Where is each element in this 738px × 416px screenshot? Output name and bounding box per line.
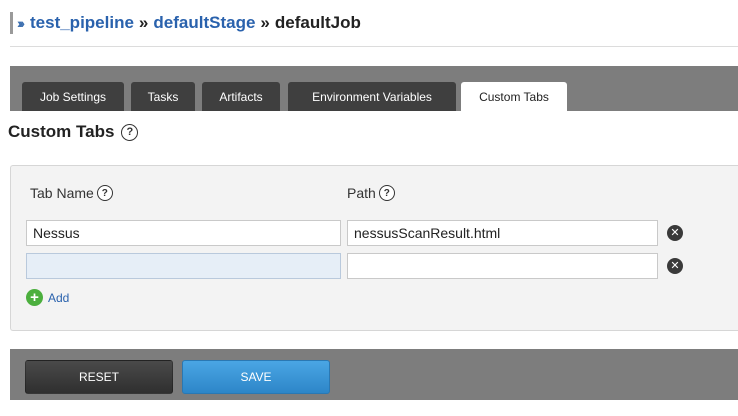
column-header-tab-name: Tab Name ? — [30, 185, 113, 201]
tab-name-input[interactable] — [26, 220, 341, 246]
column-header-path: Path ? — [347, 185, 395, 201]
plus-circle-icon: + — [26, 289, 43, 306]
remove-row-icon[interactable]: ✕ — [667, 225, 683, 241]
reset-button[interactable]: RESET — [25, 360, 173, 394]
breadcrumb-pipeline-link[interactable]: test_pipeline — [30, 13, 134, 33]
add-row-button[interactable]: + Add — [26, 289, 69, 306]
tab-environment-variables[interactable]: Environment Variables — [288, 82, 456, 111]
breadcrumb-stage-link[interactable]: defaultStage — [153, 13, 255, 33]
tab-strip: Job Settings Tasks Artifacts Environment… — [10, 66, 738, 111]
page-title: Custom Tabs ? — [8, 122, 139, 142]
tab-tasks[interactable]: Tasks — [131, 82, 195, 111]
path-input[interactable] — [347, 253, 658, 279]
tab-name-input[interactable] — [26, 253, 341, 279]
column-header-tab-name-label: Tab Name — [30, 185, 94, 201]
question-circle-icon[interactable]: ? — [121, 123, 139, 141]
breadcrumb-separator: » — [260, 13, 270, 32]
page-title-text: Custom Tabs — [8, 122, 115, 141]
breadcrumb-marker-icon: ››› — [17, 15, 25, 31]
path-input[interactable] — [347, 220, 658, 246]
column-header-path-label: Path — [347, 185, 376, 201]
tab-artifacts[interactable]: Artifacts — [202, 82, 280, 111]
tab-job-settings[interactable]: Job Settings — [22, 82, 124, 111]
breadcrumb-current-job: defaultJob — [274, 13, 361, 32]
question-circle-icon[interactable]: ? — [96, 185, 113, 201]
breadcrumb-divider — [10, 12, 13, 34]
add-row-label: Add — [48, 290, 70, 305]
remove-row-icon[interactable]: ✕ — [667, 258, 683, 274]
breadcrumb-separator: » — [138, 13, 149, 32]
header-divider — [10, 46, 738, 47]
question-circle-icon[interactable]: ? — [378, 185, 395, 201]
breadcrumb: ››› test_pipeline » defaultStage » defau… — [10, 10, 361, 36]
tab-custom-tabs[interactable]: Custom Tabs — [461, 82, 567, 111]
save-button[interactable]: SAVE — [182, 360, 330, 394]
